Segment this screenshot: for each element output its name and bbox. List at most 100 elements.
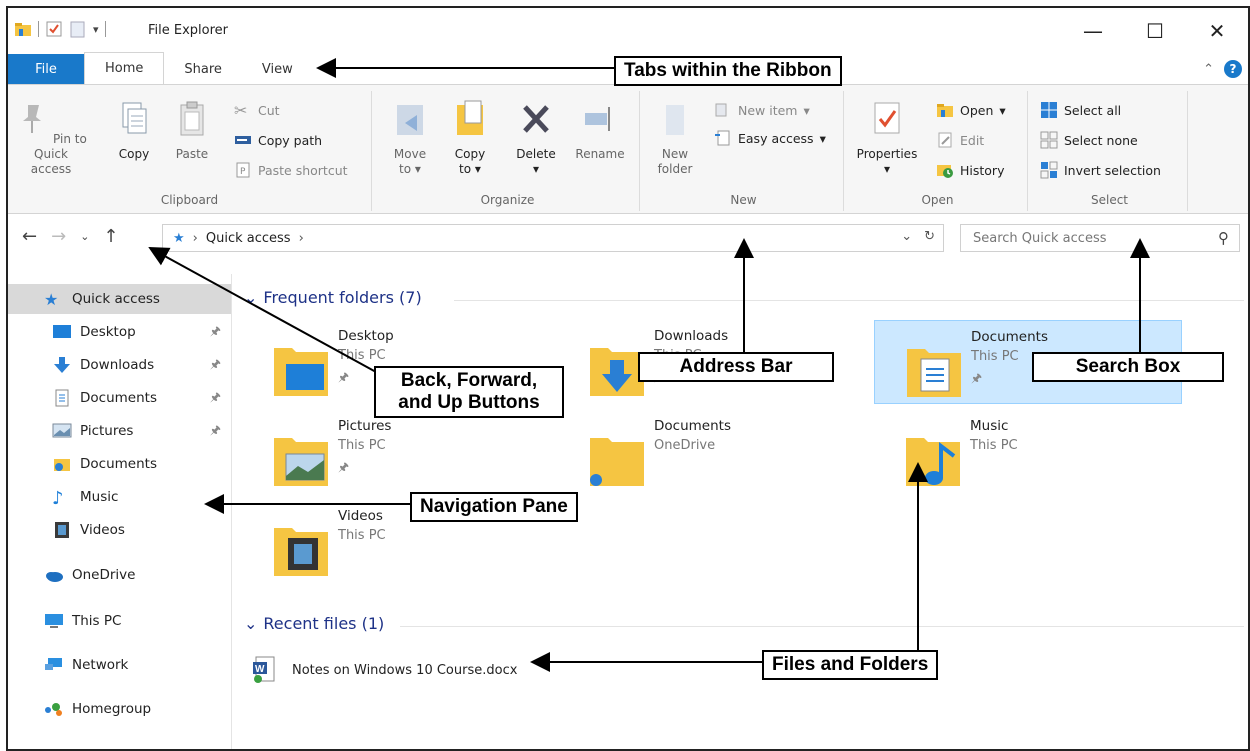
section-divider — [454, 300, 1244, 301]
new-folder-icon[interactable] — [69, 20, 87, 38]
clipboard-group-label: Clipboard — [160, 193, 219, 207]
paste-shortcut-label: Paste shortcut — [258, 162, 348, 178]
nav-item-homegroup[interactable]: Homegroup — [8, 694, 231, 724]
nav-item-pictures[interactable]: Pictures 🖈 — [8, 416, 231, 446]
tab-home[interactable]: Home — [84, 52, 165, 84]
search-icon[interactable]: ⚲ — [1218, 229, 1229, 247]
address-dropdown-icon[interactable]: ⌄ — [901, 229, 912, 244]
copy-to-icon — [457, 100, 483, 135]
select-none-button[interactable]: Select none — [1040, 131, 1138, 149]
tab-view[interactable]: View — [242, 54, 313, 84]
folder-tile-music[interactable]: Music This PC — [874, 410, 1182, 494]
folder-location: OneDrive — [654, 438, 716, 453]
invert-selection-label: Invert selection — [1064, 162, 1161, 178]
search-box[interactable]: Search Quick access ⚲ — [960, 224, 1240, 252]
copy-path-label: Copy path — [258, 132, 323, 148]
paste-label: Paste — [175, 147, 209, 161]
close-button[interactable]: ✕ — [1186, 8, 1248, 54]
recent-file-item[interactable]: W Notes on Windows 10 Course.docx — [252, 656, 517, 684]
word-document-icon: W — [253, 656, 275, 683]
address-bar[interactable]: ★ › Quick access › ⌄ ↻ — [162, 224, 944, 252]
videos-folder-icon — [274, 528, 328, 576]
open-label: Open — [960, 102, 994, 118]
nav-item-onedrive[interactable]: OneDrive — [8, 560, 231, 590]
breadcrumb-chevron-icon[interactable]: › — [299, 231, 304, 246]
folder-tile-onedrive-documents[interactable]: Documents OneDrive — [558, 410, 866, 494]
back-arrow-icon[interactable]: ← — [22, 226, 37, 247]
collapse-ribbon-icon[interactable]: ⌃ — [1203, 62, 1214, 77]
onedrive-cloud-icon — [46, 572, 63, 582]
copy-button[interactable]: Copy — [114, 99, 154, 162]
collapse-chevron-icon[interactable]: ⌄ — [244, 614, 257, 633]
select-none-icon — [1040, 131, 1058, 149]
minimize-button[interactable]: — — [1062, 8, 1124, 54]
nav-item-music[interactable]: ♪ Music — [8, 482, 231, 512]
pin-quick-access-button[interactable]: Pin to Quick access — [14, 99, 88, 177]
invert-selection-button[interactable]: Invert selection — [1040, 161, 1161, 179]
select-all-icon — [1041, 102, 1057, 118]
delete-label: Delete — [516, 147, 556, 161]
folder-name: Documents — [654, 418, 731, 434]
delete-button[interactable]: Delete ▾ — [508, 99, 564, 177]
explorer-folder-icon — [15, 23, 31, 36]
nav-item-network[interactable]: Network — [8, 650, 231, 680]
copy-to-label: Copy to — [454, 147, 486, 176]
open-button[interactable]: Open ▾ — [936, 101, 1006, 119]
select-all-button[interactable]: Select all — [1040, 101, 1121, 119]
nav-buttons: ← → ⌄ ↑ — [22, 226, 119, 247]
breadcrumb-quick-access[interactable]: Quick access — [206, 231, 291, 246]
copy-path-button[interactable]: Copy path — [234, 131, 322, 149]
nav-label: Documents — [80, 456, 157, 472]
up-arrow-icon[interactable]: ↑ — [103, 226, 118, 247]
callout-line-1: Back, Forward, — [400, 370, 538, 391]
nav-item-this-pc[interactable]: This PC — [8, 606, 231, 636]
section-divider — [400, 626, 1244, 627]
cut-label: Cut — [258, 102, 280, 118]
rename-button[interactable]: Rename — [572, 99, 628, 162]
nav-item-desktop[interactable]: Desktop 🖈 — [8, 317, 231, 347]
edit-button[interactable]: Edit — [936, 131, 984, 149]
move-to-button[interactable]: Move to ▾ — [388, 99, 432, 177]
callout-search-box: Search Box — [1032, 352, 1224, 382]
nav-item-documents[interactable]: Documents 🖈 — [8, 383, 231, 413]
nav-label: Desktop — [80, 324, 136, 340]
recent-files-header[interactable]: ⌄ Recent files (1) — [244, 614, 384, 633]
cut-button[interactable]: ✂ Cut — [234, 101, 280, 120]
paste-button[interactable]: Paste — [172, 99, 212, 162]
nav-label: Videos — [80, 522, 125, 538]
new-folder-button[interactable]: New folder — [650, 99, 700, 177]
callout-back-forward-up: Back, Forward, and Up Buttons — [374, 366, 564, 418]
nav-label: Homegroup — [72, 701, 152, 717]
history-button[interactable]: History — [936, 161, 1004, 179]
maximize-button[interactable]: ☐ — [1124, 8, 1186, 54]
organize-group-label: Organize — [480, 193, 535, 207]
easy-access-button[interactable]: Easy access ▾ — [714, 129, 826, 147]
folder-tile-pictures[interactable]: Pictures This PC 🖈 — [242, 410, 550, 494]
breadcrumb-chevron-icon[interactable]: › — [193, 231, 198, 246]
tab-file[interactable]: File — [8, 54, 84, 84]
help-icon[interactable]: ? — [1224, 60, 1242, 78]
properties-icon[interactable] — [45, 20, 63, 38]
quick-access-toolbar: ▾ — [14, 20, 106, 38]
paste-icon — [180, 101, 204, 136]
forward-arrow-icon[interactable]: → — [51, 226, 66, 247]
properties-button[interactable]: Properties ▾ — [850, 99, 924, 177]
documents-icon — [55, 389, 69, 407]
properties-label: Properties — [856, 147, 918, 161]
nav-item-onedrive-documents[interactable]: Documents — [8, 449, 231, 479]
nav-label: This PC — [72, 613, 122, 629]
copy-to-button[interactable]: Copy to ▾ — [448, 99, 492, 177]
nav-item-downloads[interactable]: Downloads 🖈 — [8, 350, 231, 380]
delete-x-icon — [523, 105, 549, 133]
frequent-folders-header[interactable]: ⌄ Frequent folders (7) — [244, 288, 422, 307]
tab-share[interactable]: Share — [164, 54, 242, 84]
new-item-button[interactable]: New item ▾ — [714, 101, 810, 119]
nav-item-quick-access[interactable]: ★ Quick access — [8, 284, 231, 314]
collapse-chevron-icon[interactable]: ⌄ — [244, 288, 257, 307]
nav-item-videos[interactable]: Videos — [8, 515, 231, 545]
recent-locations-icon[interactable]: ⌄ — [80, 230, 89, 243]
paste-shortcut-button[interactable]: P Paste shortcut — [234, 161, 348, 179]
refresh-icon[interactable]: ↻ — [924, 229, 935, 244]
customize-qat-icon[interactable]: ▾ — [93, 23, 99, 36]
onedrive-documents-icon — [54, 459, 70, 471]
